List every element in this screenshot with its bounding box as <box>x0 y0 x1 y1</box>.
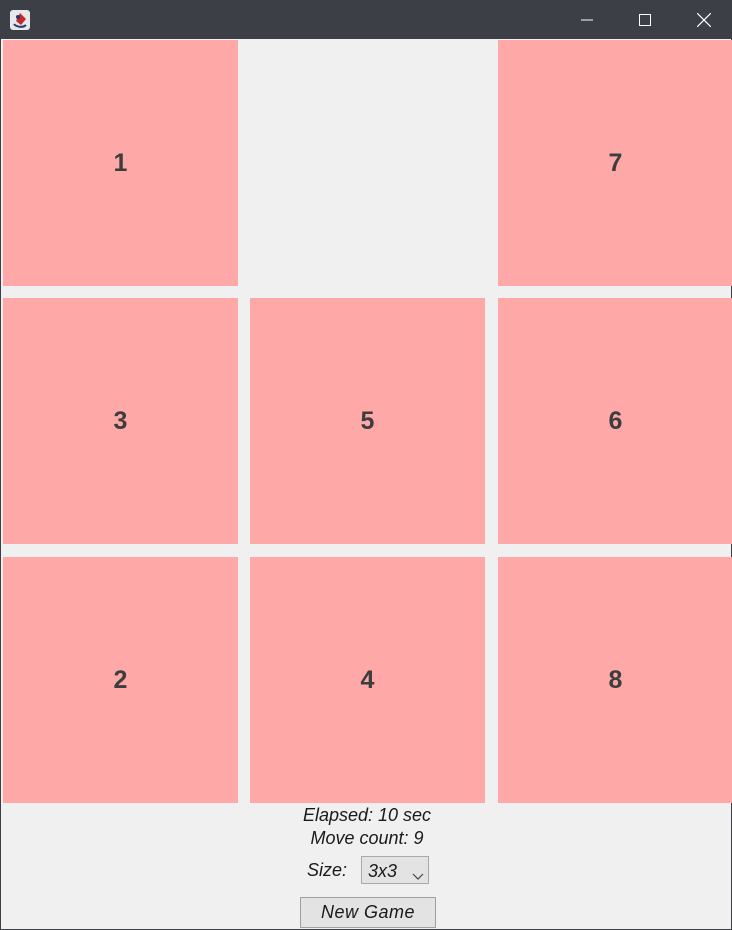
empty-tile-slot <box>250 40 485 286</box>
puzzle-tile[interactable]: 5 <box>250 298 485 544</box>
size-dropdown-value: 3x3 <box>368 861 398 881</box>
chevron-down-icon <box>412 866 424 885</box>
puzzle-tile[interactable]: 2 <box>3 557 238 803</box>
size-row: Size: 3x3 <box>1 856 732 886</box>
java-app-icon <box>10 10 30 30</box>
puzzle-tile[interactable]: 4 <box>250 557 485 803</box>
maximize-button[interactable] <box>616 0 674 39</box>
puzzle-tile[interactable]: 1 <box>3 40 238 286</box>
size-dropdown[interactable]: 3x3 <box>361 856 429 884</box>
move-count-label: Move count: 9 <box>310 828 424 848</box>
close-button[interactable] <box>675 0 732 39</box>
elapsed-time-label: Elapsed: 10 sec <box>302 805 432 825</box>
close-icon <box>697 12 711 27</box>
puzzle-board: 1 7 3 5 6 2 4 8 <box>3 40 732 803</box>
minimize-button[interactable] <box>558 0 616 39</box>
minimize-icon <box>581 19 593 20</box>
new-game-button[interactable]: New Game <box>300 897 436 928</box>
puzzle-tile[interactable]: 7 <box>498 40 732 286</box>
title-bar[interactable] <box>1 0 732 39</box>
maximize-icon <box>639 13 651 26</box>
size-label: Size: <box>307 860 348 880</box>
puzzle-tile[interactable]: 3 <box>3 298 238 544</box>
game-window: 1 7 3 5 6 2 4 8 Elapsed: 10 sec Move cou… <box>0 0 732 930</box>
puzzle-tile[interactable]: 8 <box>498 557 732 803</box>
puzzle-tile[interactable]: 6 <box>498 298 732 544</box>
